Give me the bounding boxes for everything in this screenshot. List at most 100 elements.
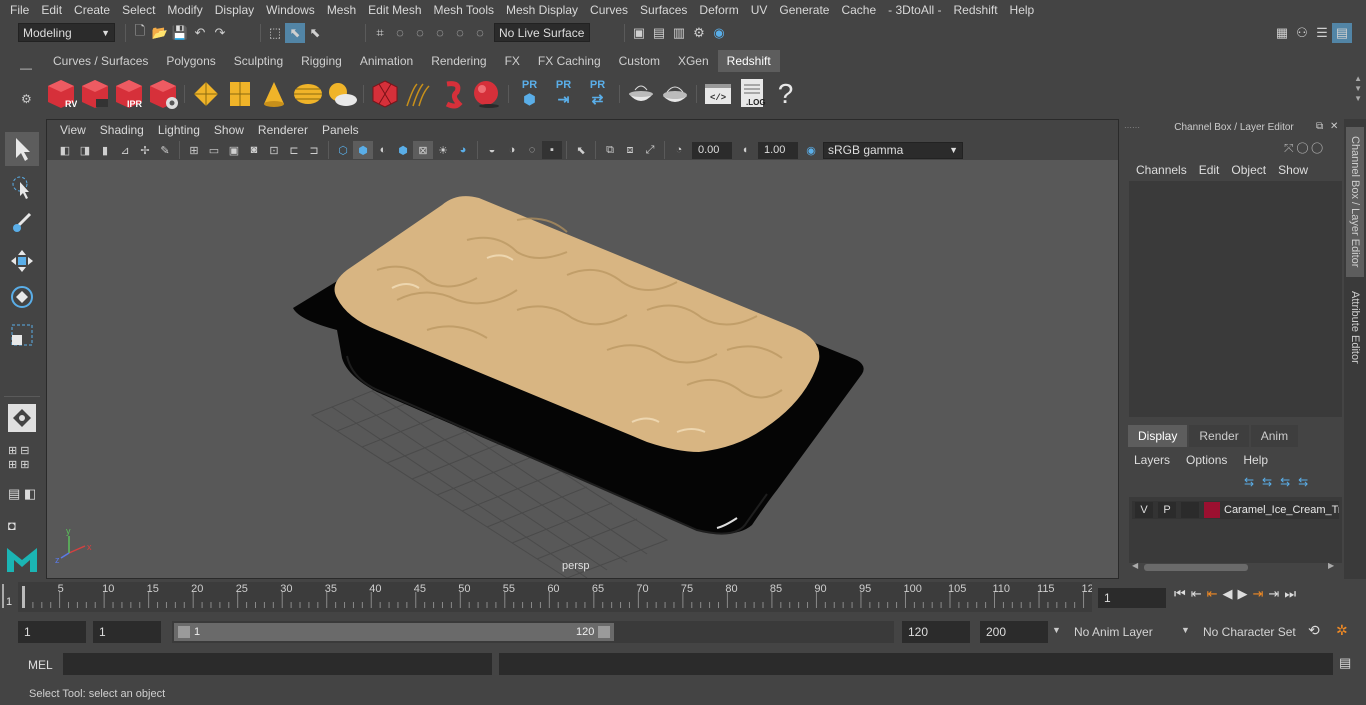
snap-surface-icon[interactable]: ◌ [450,23,470,43]
ipr-render-icon[interactable]: ▥ [669,23,689,43]
menu-generate[interactable]: Generate [773,3,835,17]
channel-box-menu-channels[interactable]: Channels [1132,161,1195,179]
range-slider[interactable]: 1 120 [172,621,894,643]
channel-box-toggle-icon[interactable]: ▤ [1332,23,1352,43]
channel-box-tools-icon[interactable]: ⤧ ◯ ◯ [1284,141,1323,156]
redshift-sun-sky-icon[interactable] [325,76,358,112]
gamma-icon[interactable]: ◖ [735,141,755,159]
layer-editor-tab-anim[interactable]: Anim [1250,425,1299,447]
shelf-tab-animation[interactable]: Animation [351,50,422,72]
mel-label[interactable]: MEL [28,658,53,672]
play-backwards-icon[interactable]: ◀ [1223,586,1233,602]
safe-action-icon[interactable]: ⊏ [284,141,304,159]
panel-close-icon[interactable]: ✕ [1330,121,1338,132]
chevron-down-icon[interactable]: ▼ [1052,625,1061,635]
viewport-menu-renderer[interactable]: Renderer [251,123,315,137]
shelf-tab-polygons[interactable]: Polygons [157,50,224,72]
animation-end-field[interactable]: 200 [980,621,1048,643]
camera-select-icon[interactable]: ◧ [55,141,75,159]
render-frame-icon[interactable]: ▤ [649,23,669,43]
shelf-tab-fx-caching[interactable]: FX Caching [529,50,610,72]
undo-icon[interactable]: ↶ [190,23,210,43]
help-icon[interactable]: ? [769,76,802,112]
isolate-select-icon[interactable]: ⬉ [571,141,591,159]
channel-box-menu-object[interactable]: Object [1227,161,1274,179]
redo-icon[interactable]: ↷ [210,23,230,43]
modeling-toolkit-icon[interactable]: ▦ [1272,23,1292,43]
current-frame-field[interactable]: 1 [1098,588,1166,608]
menu-mesh[interactable]: Mesh [321,3,362,17]
animation-preferences-icon[interactable]: ✲ [1336,622,1348,639]
menu-file[interactable]: File [4,3,35,17]
menu-uv[interactable]: UV [745,3,774,17]
layer-menu-help[interactable]: Help [1241,451,1282,471]
time-slider[interactable]: 5 10 15 20 25 30 35 40 45 50 55 60 65 70 75 80 85 90 95 100… [18,582,1094,612]
go-to-end-icon[interactable]: ⏭ [1284,586,1296,602]
viewport-menu-panels[interactable]: Panels [315,123,366,137]
menu-cache[interactable]: Cache [835,3,882,17]
wireframe-on-shaded-icon[interactable]: ⬢ [393,141,413,159]
range-slider-left-knob[interactable] [178,626,190,638]
safe-title-icon[interactable]: ⊐ [304,141,324,159]
range-slider-right-knob[interactable] [598,626,610,638]
redshift-pr-shelf-icon-3[interactable]: PR ⇄ [581,76,614,112]
gate-mask-icon[interactable]: ◙ [244,141,264,159]
layer-editor-tab-render[interactable]: Render [1189,425,1249,447]
shelf-tab-rigging[interactable]: Rigging [292,50,351,72]
image-plane-icon[interactable]: ⊿ [115,141,135,159]
current-time-marker[interactable] [22,586,25,608]
script-editor-button-icon[interactable]: ▤ [1339,655,1351,671]
shelf-tab-fx[interactable]: FX [496,50,529,72]
snap-live-icon[interactable]: ◌ [470,23,490,43]
layer-playback-toggle[interactable]: P [1158,502,1176,518]
field-chart-icon[interactable]: ⊡ [264,141,284,159]
xray-joints-icon[interactable]: ⧉ [600,141,620,159]
menu-mesh-tools[interactable]: Mesh Tools [428,3,500,17]
shelf-tab-rendering[interactable]: Rendering [422,50,495,72]
menu-curves[interactable]: Curves [584,3,634,17]
menu-deform[interactable]: Deform [693,3,744,17]
redshift-pr-shelf-icon-1[interactable]: PR ⬢ [513,76,546,112]
scroll-thumb[interactable] [1144,564,1248,571]
redshift-material-bowl-icon[interactable] [624,76,657,112]
exposure-field[interactable]: 0.00 [692,141,732,159]
layout-single-icon[interactable]: ⊞ ⊟ ⊞ ⊞ [8,444,30,472]
hypershade-icon[interactable]: ◉ [709,23,729,43]
lasso-tool-icon[interactable] [5,170,39,204]
character-set-dropdown[interactable]: No Character Set [1197,621,1301,643]
menu-edit[interactable]: Edit [35,3,68,17]
layer-color-swatch[interactable] [1204,502,1220,518]
redshift-sphere-icon[interactable] [470,76,503,112]
film-gate-icon[interactable]: ▭ [204,141,224,159]
menu-surfaces[interactable]: Surfaces [634,3,693,17]
redshift-proxy-icon[interactable] [368,76,401,112]
scroll-left-icon[interactable]: ◀ [1132,561,1138,570]
play-forwards-icon[interactable]: ▶ [1238,586,1248,602]
render-settings-icon[interactable]: ⚙ [689,23,709,43]
channel-box-side-tab[interactable]: Channel Box / Layer Editor [1346,127,1364,277]
ambient-occlusion-icon[interactable]: ◑ [502,141,522,159]
snap-view-icon[interactable]: ◌ [430,23,450,43]
shelf-menu-icon[interactable]: — [20,61,32,75]
menu-redshift[interactable]: Redshift [948,3,1004,17]
move-tool-icon[interactable] [5,244,39,278]
viewport-menu-lighting[interactable]: Lighting [151,123,207,137]
viewport-menu-show[interactable]: Show [207,123,251,137]
snap-curve-icon[interactable]: ◌ [390,23,410,43]
snap-together-tool-icon[interactable] [8,404,36,432]
mel-command-input[interactable] [63,653,492,675]
step-back-key-icon[interactable]: ⇤ [1207,586,1218,602]
shelf-tab-sculpting[interactable]: Sculpting [225,50,292,72]
mode-dropdown[interactable]: Modeling ▼ [18,23,115,42]
redshift-settings-icon[interactable] [146,76,179,112]
anim-layer-dropdown[interactable]: No Anim Layer [1068,621,1176,643]
redshift-pr-shelf-icon-2[interactable]: PR ⇥ [547,76,580,112]
shelf-tab-redshift[interactable]: Redshift [717,50,780,72]
menu-windows[interactable]: Windows [260,3,321,17]
select-component-icon[interactable]: ⬉ [305,23,325,43]
color-space-dropdown[interactable]: sRGB gamma ▼ [823,141,963,159]
xray-active-icon[interactable]: ⧈ [620,141,640,159]
motion-blur-icon[interactable]: ◌ [522,141,542,159]
auto-key-icon[interactable]: ⟲ [1308,622,1320,639]
shelf-tab-xgen[interactable]: XGen [669,50,718,72]
